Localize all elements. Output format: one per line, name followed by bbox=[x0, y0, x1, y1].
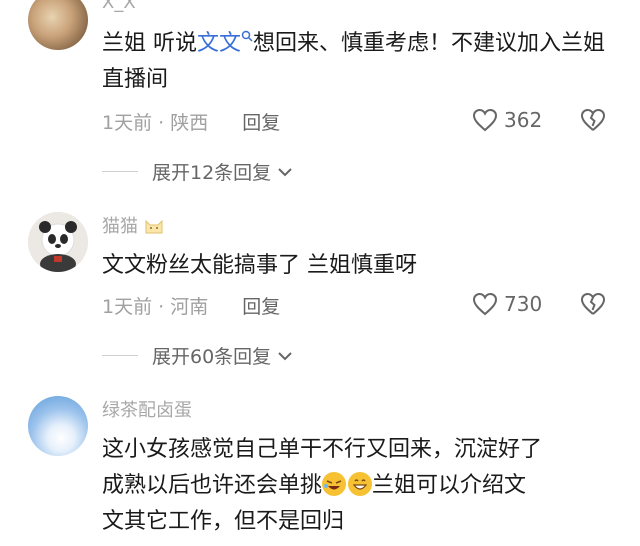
comment-text-line: 成熟以后也许还会单挑 兰姐可以介绍文 bbox=[102, 468, 627, 504]
broken-heart-icon bbox=[580, 292, 606, 315]
divider-line bbox=[102, 171, 138, 172]
search-link-text: 文文 bbox=[197, 31, 242, 56]
divider-line bbox=[102, 355, 138, 356]
expand-replies-label: 展开12条回复 bbox=[152, 162, 272, 184]
expand-replies-label: 展开60条回复 bbox=[152, 346, 272, 368]
comment-text: 这小女孩感觉自己单干不行又回来，沉淀好了 成熟以后也许还会单挑 兰姐可以介绍文 文… bbox=[102, 432, 627, 540]
comment-text-part: 兰姐可以介绍文 bbox=[372, 473, 527, 498]
grinning-emoji-icon bbox=[348, 472, 373, 496]
comment-text: 兰姐 听说文文 想回来、慎重考虑！不建议加入兰姐直播间 bbox=[102, 26, 627, 98]
search-icon bbox=[241, 30, 253, 42]
comment-text-line: 这小女孩感觉自己单干不行又回来，沉淀好了 bbox=[102, 437, 543, 462]
like-button[interactable]: 362 bbox=[472, 108, 542, 132]
heart-outline-icon bbox=[472, 108, 498, 132]
chevron-down-icon bbox=[278, 351, 292, 360]
dislike-button[interactable] bbox=[580, 292, 606, 320]
reply-button[interactable]: 回复 bbox=[242, 112, 280, 134]
avatar[interactable] bbox=[28, 212, 88, 272]
broken-heart-icon bbox=[580, 108, 606, 131]
comment-time: 1天前 bbox=[102, 112, 153, 134]
comment-text-part: 成熟以后也许还会单挑 bbox=[102, 473, 323, 498]
reply-button[interactable]: 回复 bbox=[242, 296, 280, 318]
chevron-down-icon bbox=[278, 167, 292, 176]
comment-text-part: 兰姐 听说 bbox=[102, 31, 197, 56]
panda-avatar-image bbox=[28, 212, 88, 272]
avatar[interactable] bbox=[28, 396, 88, 456]
heart-outline-icon bbox=[472, 292, 498, 316]
like-count: 362 bbox=[504, 108, 543, 132]
comment-username[interactable]: 猫猫 bbox=[102, 216, 164, 238]
rolling-laughing-emoji-icon bbox=[322, 472, 347, 496]
comment-text: 文文粉丝太能搞事了 兰姐慎重呀 bbox=[102, 253, 417, 278]
comment-meta: 1天前 · 河南 回复 bbox=[102, 296, 281, 318]
comment-location: 陕西 bbox=[170, 112, 209, 134]
dislike-button[interactable] bbox=[580, 108, 606, 136]
avatar[interactable] bbox=[28, 0, 88, 50]
search-link[interactable]: 文文 bbox=[197, 30, 253, 56]
comment-meta: 1天前 · 陕西 回复 bbox=[102, 112, 281, 134]
username-text: 猫猫 bbox=[102, 216, 138, 237]
expand-replies-button[interactable]: 展开12条回复 bbox=[102, 158, 293, 185]
comment-username[interactable]: 绿茶配卤蛋 bbox=[102, 400, 192, 422]
comment-location: 河南 bbox=[170, 296, 209, 318]
cat-face-icon bbox=[145, 219, 163, 234]
comment-time: 1天前 bbox=[102, 296, 153, 318]
comment-text-line: 文其它工作，但不是回归 bbox=[102, 509, 345, 534]
like-count: 730 bbox=[504, 292, 543, 316]
comment-username[interactable]: X_X bbox=[102, 0, 136, 14]
like-button[interactable]: 730 bbox=[472, 292, 542, 316]
expand-replies-button[interactable]: 展开60条回复 bbox=[102, 342, 293, 369]
